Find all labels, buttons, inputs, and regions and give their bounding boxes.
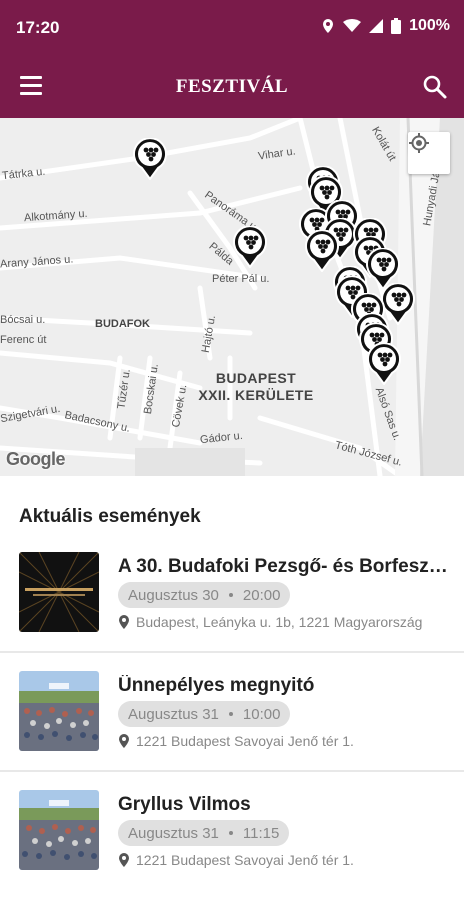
event-time: 20:00 (242, 586, 281, 604)
event-time: 10:00 (242, 705, 281, 723)
location-pin-icon (119, 615, 129, 629)
wine-festival-marker-icon[interactable] (233, 226, 267, 268)
event-datetime-chip: Augusztus 31 11:15 (118, 820, 290, 846)
crosshair-icon (409, 133, 429, 153)
street-label: Bócsai u. (0, 314, 46, 326)
google-logo: Google (6, 449, 66, 469)
separator-dot (228, 593, 233, 597)
search-button[interactable] (422, 74, 448, 100)
wine-festival-marker-icon[interactable] (367, 343, 401, 385)
event-datetime-chip: Augusztus 30 20:00 (118, 582, 291, 608)
search-icon (423, 75, 447, 99)
district-label: BUDAPEST XXII. KERÜLETE (196, 370, 316, 404)
area-label: BUDAFOK (95, 318, 150, 330)
wifi-icon (343, 19, 362, 32)
event-location: 1221 Budapest Savoyai Jenő tér 1. (118, 733, 450, 749)
location-pin-icon (119, 734, 129, 748)
event-thumbnail (19, 671, 99, 751)
event-location-text: 1221 Budapest Savoyai Jenő tér 1. (136, 733, 354, 749)
event-location: 1221 Budapest Savoyai Jenő tér 1. (118, 852, 450, 868)
event-date: Augusztus 31 (128, 824, 219, 842)
location-pin-icon (119, 853, 129, 867)
signal-icon (369, 19, 384, 33)
district-line2: XXII. KERÜLETE (198, 387, 314, 403)
my-location-button[interactable] (408, 132, 450, 174)
section-title: Aktuális események (19, 506, 201, 527)
battery-icon (391, 18, 402, 34)
wine-festival-marker-icon[interactable] (133, 138, 167, 180)
status-bar: 17:20 100% (0, 0, 464, 56)
battery-percent: 100% (409, 17, 450, 34)
street-label: Péter Pál u. (212, 273, 270, 285)
divider (0, 651, 464, 653)
event-thumbnail (19, 790, 99, 870)
event-date: Augusztus 30 (128, 586, 219, 604)
location-status-icon (323, 19, 334, 33)
event-datetime-chip: Augusztus 31 10:00 (118, 701, 291, 727)
event-location: Budapest, Leányka u. 1b, 1221 Magyarorsz… (118, 614, 450, 630)
divider (0, 770, 464, 772)
event-title: A 30. Budafoki Pezsgő- és Borfesztivál (118, 556, 450, 577)
events-section: Aktuális események A 30. Budafoki Pezsgő… (0, 476, 464, 900)
app-bar: FESZTIVÁL (0, 56, 464, 118)
status-time: 17:20 (16, 18, 60, 37)
event-time: 11:15 (242, 824, 280, 842)
event-title: Ünnepélyes megnyitó (118, 675, 315, 696)
street-label: Ferenc út (0, 334, 47, 346)
separator-dot (228, 712, 233, 716)
event-title: Gryllus Vilmos (118, 794, 251, 815)
app-title: FESZTIVÁL (175, 76, 289, 97)
event-location-text: 1221 Budapest Savoyai Jenő tér 1. (136, 852, 354, 868)
map-view[interactable]: Vihar u. Kolát út Tátrka u. Alkotmány u.… (0, 118, 464, 476)
event-item[interactable]: Gryllus Vilmos Augusztus 31 11:15 1221 B… (0, 790, 464, 900)
event-thumbnail (19, 552, 99, 632)
separator-dot (228, 831, 233, 835)
district-line1: BUDAPEST (215, 370, 297, 386)
event-location-text: Budapest, Leányka u. 1b, 1221 Magyarorsz… (136, 614, 423, 630)
event-date: Augusztus 31 (128, 705, 219, 723)
status-icons: 100% (321, 17, 450, 35)
